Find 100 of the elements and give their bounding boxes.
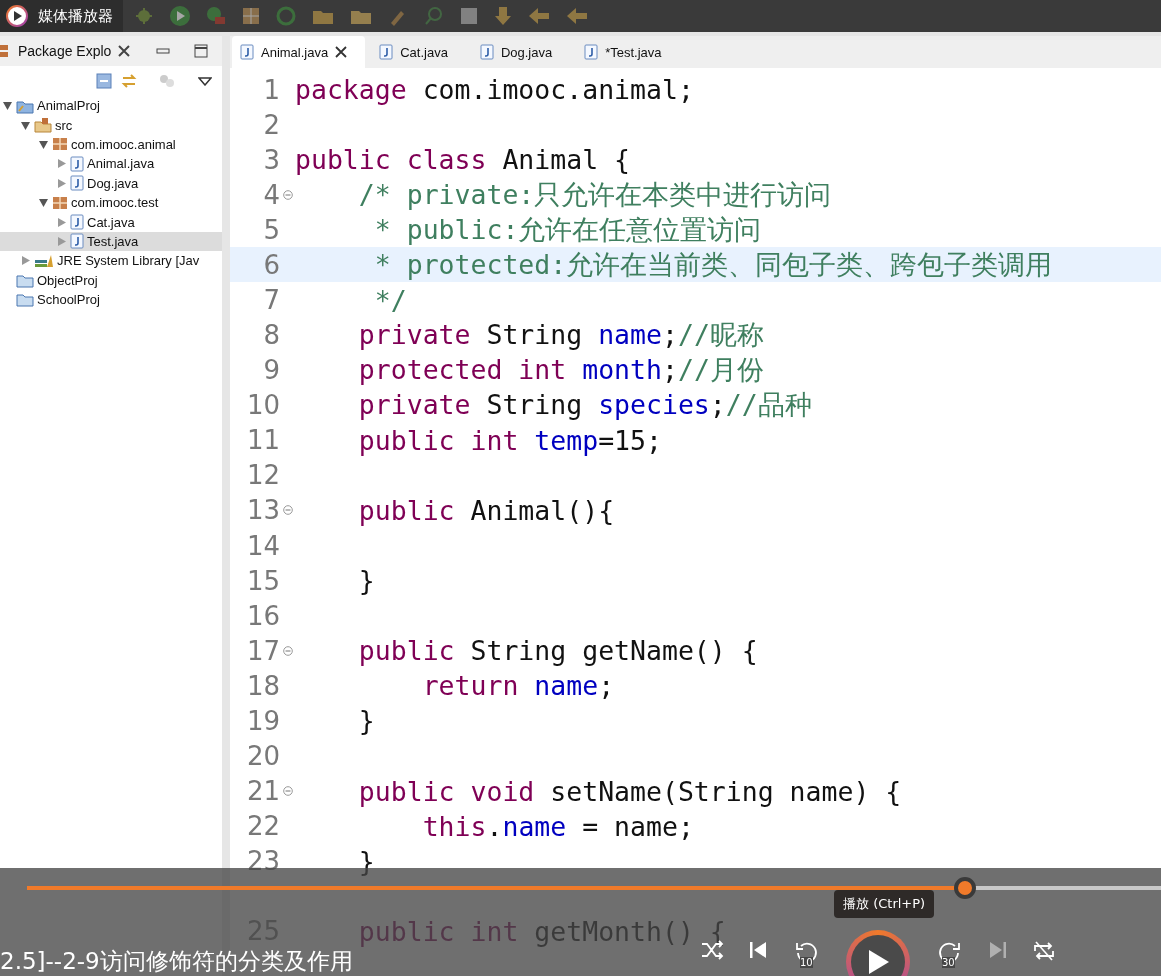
line-number: 14 xyxy=(245,530,280,561)
grid-icon[interactable] xyxy=(241,6,261,26)
java-file-icon xyxy=(479,44,494,60)
tree-item[interactable]: Cat.java xyxy=(0,212,222,232)
close-icon[interactable] xyxy=(117,44,132,58)
line-number: 2 xyxy=(262,109,280,140)
caret-down-icon[interactable] xyxy=(38,197,49,209)
line-number: 13 xyxy=(245,495,280,526)
search-icon[interactable] xyxy=(423,5,445,27)
code-line: private String species;//品种 xyxy=(357,388,812,423)
code-line: protected int month;//月份 xyxy=(357,353,764,388)
java-file-icon xyxy=(584,44,599,60)
menu-caret-icon[interactable] xyxy=(198,76,212,86)
line-number: 5 xyxy=(262,214,280,245)
tooltip: 播放 (Ctrl+P) xyxy=(834,890,935,918)
caret-right-icon[interactable] xyxy=(20,255,31,267)
line-number: 10 xyxy=(245,390,280,421)
code-line: package com.imooc.animal; xyxy=(295,74,694,106)
tree-item[interactable]: src xyxy=(0,115,222,135)
video-title: 2.5]--2-9访问修饰符的分类及作用 xyxy=(0,947,353,976)
editor-tab[interactable]: Dog.java xyxy=(471,36,571,68)
player-logo-icon xyxy=(6,5,28,27)
line-number: 9 xyxy=(262,355,280,386)
fold-icon[interactable] xyxy=(282,786,293,797)
link-icon[interactable] xyxy=(120,73,138,89)
line-number: 22 xyxy=(245,811,280,842)
fold-icon[interactable] xyxy=(282,189,293,200)
code-line: } xyxy=(357,565,375,597)
editor-tab[interactable]: Cat.java xyxy=(371,36,466,68)
tree-item[interactable]: ObjectProj xyxy=(0,270,222,290)
source-folder-icon xyxy=(34,117,52,134)
editor-tab[interactable]: *Test.java xyxy=(576,36,680,68)
slider-thumb[interactable] xyxy=(953,877,976,899)
caret-down-icon[interactable] xyxy=(2,100,13,112)
line-number: 15 xyxy=(245,565,280,596)
circles-icon[interactable] xyxy=(158,73,176,89)
maximize-icon[interactable] xyxy=(194,44,208,58)
caret-right-icon[interactable] xyxy=(56,177,67,189)
forward-button[interactable]: 30 xyxy=(934,940,964,970)
line-number: 16 xyxy=(245,600,280,631)
bug-icon[interactable] xyxy=(133,6,155,26)
fold-icon[interactable] xyxy=(282,645,293,656)
java-file-icon xyxy=(379,44,394,60)
line-number: 20 xyxy=(245,741,280,771)
code-line: private String name;//昵称 xyxy=(357,318,764,353)
skip-back-icon xyxy=(748,940,768,960)
caret-right-icon[interactable] xyxy=(56,158,67,170)
line-number: 8 xyxy=(262,320,280,351)
line-number: 11 xyxy=(245,425,280,456)
folder-icon xyxy=(16,292,34,308)
arrow-left-icon[interactable] xyxy=(527,6,551,26)
java-file-icon xyxy=(70,155,84,172)
line-number: 21 xyxy=(245,776,280,807)
code-line: public Animal(){ xyxy=(357,494,615,526)
arrow-left-icon[interactable] xyxy=(565,6,589,26)
tree-item[interactable]: Animal.java xyxy=(0,154,222,174)
close-icon[interactable] xyxy=(335,46,348,58)
code-line: public void setName(String name) { xyxy=(357,775,902,807)
previous-button[interactable] xyxy=(748,940,768,960)
books-icon xyxy=(34,253,54,268)
collapse-icon[interactable] xyxy=(96,73,112,89)
caret-right-icon[interactable] xyxy=(56,216,67,228)
code-line: this.name = name; xyxy=(421,810,694,842)
tree-item[interactable]: Dog.java xyxy=(0,173,222,193)
java-file-icon xyxy=(70,233,84,250)
code-line: return name; xyxy=(421,670,615,702)
tree-item[interactable]: AnimalProj xyxy=(0,96,222,116)
rewind-button[interactable]: 10 xyxy=(792,940,822,970)
line-number: 4 xyxy=(262,179,280,210)
arrow-down-icon[interactable] xyxy=(493,5,513,27)
fold-icon[interactable] xyxy=(282,505,293,516)
minimize-icon[interactable] xyxy=(156,46,170,56)
code-line: public int temp=15; xyxy=(357,424,662,456)
tree-item[interactable]: com.imooc.animal xyxy=(0,134,222,155)
code-line: * public:允许在任意位置访问 xyxy=(373,212,762,247)
play-icon[interactable] xyxy=(169,5,191,27)
editor-tab[interactable]: Animal.java xyxy=(232,36,366,68)
java-file-icon xyxy=(240,44,254,60)
tree-item[interactable]: Test.java xyxy=(0,231,222,252)
play-icon xyxy=(866,949,890,975)
window-title: 媒体播放器 xyxy=(38,6,113,26)
repeat-button[interactable] xyxy=(1032,940,1056,962)
line-number: 6 xyxy=(262,249,280,280)
tree-item[interactable]: com.imooc.test xyxy=(0,192,222,213)
line-number: 7 xyxy=(262,285,280,315)
line-number: 12 xyxy=(245,460,280,491)
code-line: */ xyxy=(373,284,407,316)
play-button[interactable] xyxy=(846,930,910,976)
line-number: 19 xyxy=(245,705,280,736)
code-line: /* private:只允许在本类中进行访问 xyxy=(357,177,832,212)
package-icon xyxy=(52,194,68,211)
java-file-icon xyxy=(70,175,84,192)
code-line: * protected:允许在当前类、同包子类、跨包子类调用 xyxy=(373,247,1053,282)
caret-down-icon[interactable] xyxy=(20,119,31,131)
caret-right-icon[interactable] xyxy=(56,235,67,247)
java-file-icon xyxy=(70,214,84,231)
caret-down-icon[interactable] xyxy=(38,138,49,150)
line-number: 3 xyxy=(262,144,280,175)
tree-item[interactable]: JRE System Library [Jav xyxy=(0,251,222,271)
tree-item[interactable]: SchoolProj xyxy=(0,289,222,310)
